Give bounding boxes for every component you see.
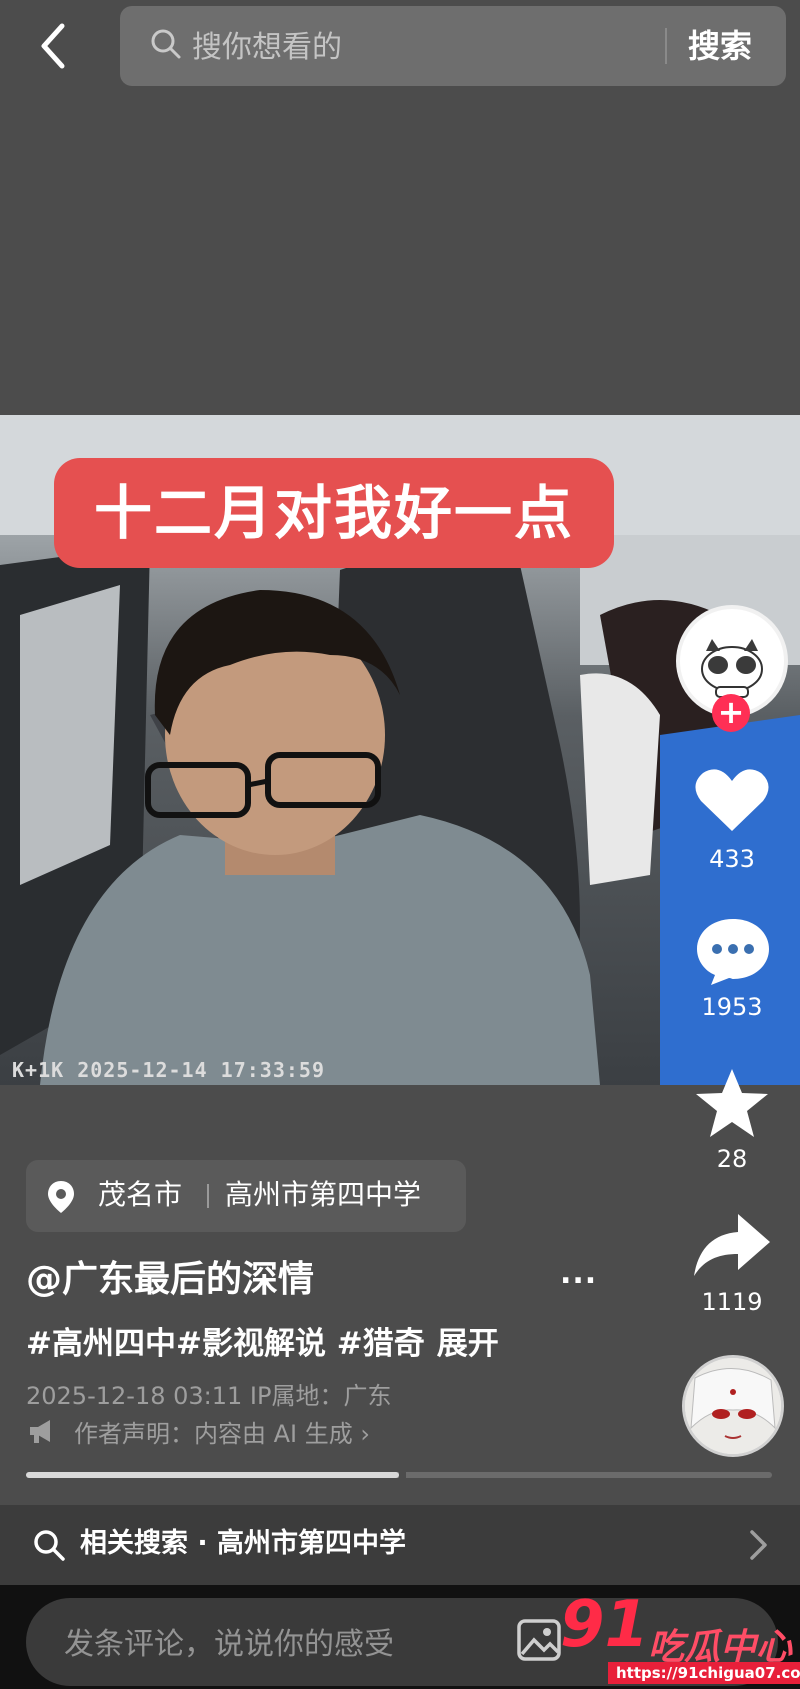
- expand-button[interactable]: 展开: [437, 1326, 499, 1362]
- watermark-url: https://91chigua07.com: [608, 1662, 800, 1684]
- search-icon: [151, 29, 181, 59]
- back-button[interactable]: [30, 18, 80, 74]
- hashtag-line: #高州四中#影视解说 #猎奇 展开: [26, 1318, 499, 1363]
- video-caption-banner: 十二月对我好一点: [54, 458, 614, 568]
- progress-segment-gap: [399, 1470, 406, 1480]
- like-count: 433: [709, 845, 755, 873]
- comment-count: 1953: [701, 993, 763, 1021]
- favorite-count: 28: [716, 1145, 748, 1173]
- location-pin-icon: [48, 1181, 74, 1213]
- image-icon[interactable]: [516, 1618, 562, 1662]
- watermark-logo: 91: [560, 1588, 650, 1662]
- post-meta: 2025-12-18 03:11 IP属地：广东: [26, 1382, 392, 1410]
- hashtag[interactable]: #猎奇: [326, 1326, 425, 1362]
- hashtag[interactable]: #影视解说: [176, 1326, 326, 1362]
- hashtag[interactable]: #高州四中: [26, 1326, 176, 1362]
- chevron-left-icon: [41, 23, 65, 69]
- anime-character-icon: [685, 1358, 781, 1454]
- location-city: 茂名市: [98, 1178, 183, 1211]
- location-divider: [207, 1184, 209, 1208]
- dashcam-timestamp: K+1K 2025-12-14 17:33:59: [12, 1058, 325, 1082]
- author-name[interactable]: @广东最后的深情: [26, 1250, 314, 1302]
- search-divider: [665, 28, 667, 64]
- location-place: 高州市第四中学: [225, 1178, 422, 1211]
- search-input[interactable]: [190, 20, 654, 74]
- follow-button[interactable]: +: [712, 694, 750, 732]
- related-search-label: 相关搜索 · 高州市第四中学: [80, 1528, 407, 1559]
- comment-icon[interactable]: [693, 915, 773, 987]
- share-count: 1119: [701, 1288, 763, 1316]
- video-progress-fill: [26, 1472, 399, 1478]
- share-arrow-icon[interactable]: [692, 1210, 772, 1280]
- star-icon[interactable]: [694, 1066, 770, 1140]
- comment-input[interactable]: [62, 1618, 486, 1670]
- megaphone-icon: [30, 1420, 50, 1443]
- heart-icon[interactable]: [693, 765, 771, 835]
- search-icon: [34, 1530, 65, 1561]
- ai-statement-link[interactable]: 作者声明：内容由 AI 生成 ›: [74, 1414, 370, 1449]
- more-options-button[interactable]: ...: [560, 1256, 597, 1291]
- search-button[interactable]: 搜索: [688, 22, 752, 70]
- music-disc-avatar[interactable]: [682, 1355, 784, 1457]
- chevron-right-icon: [750, 1530, 767, 1560]
